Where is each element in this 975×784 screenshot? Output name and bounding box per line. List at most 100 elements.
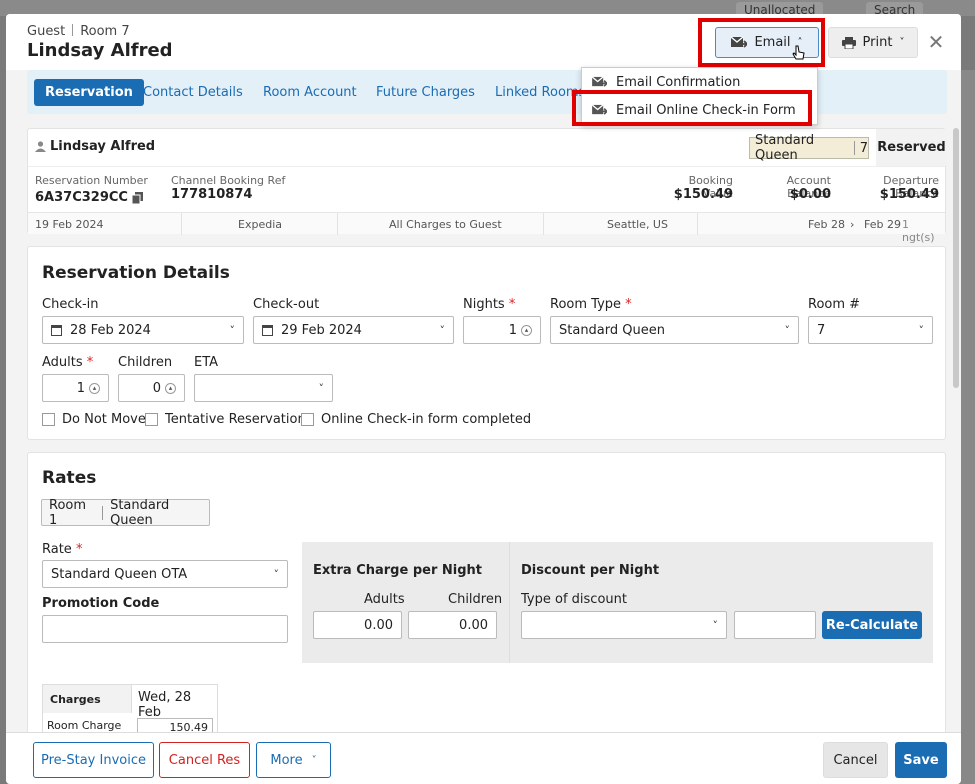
charges-header: Charges	[43, 685, 131, 713]
print-button-label: Print	[862, 35, 893, 50]
crumb-room: Room 7	[80, 24, 130, 39]
more-button-label: More	[270, 752, 303, 768]
charge-routing: All Charges to Guest	[389, 218, 502, 231]
nights-value: 1	[508, 322, 517, 338]
stepper-icon[interactable]: ▴	[89, 382, 100, 394]
chevron-down-icon: ˅	[273, 567, 280, 581]
checkbox-online-checkin[interactable]: Online Check-in form completed	[301, 412, 531, 427]
chevron-down-icon: ˅	[918, 323, 925, 337]
guest-location: Seattle, US	[607, 218, 668, 231]
more-button[interactable]: More ˅	[256, 742, 331, 778]
room-type-label: Room Type *	[550, 297, 632, 312]
checkin-value: 28 Feb 2024	[70, 322, 151, 338]
status-badge: Reserved	[876, 129, 947, 166]
modal-header: Guest Room 7 Lindsay Alfred Email ˄ Print…	[6, 14, 961, 70]
checkbox-do-not-move[interactable]: Do Not Move	[42, 412, 146, 427]
reservation-number: 6A37C329CC	[35, 190, 128, 205]
account-balance: $0.00	[789, 187, 831, 202]
summary-footer: 19 Feb 2024 Expedia All Charges to Guest…	[28, 212, 945, 244]
calendar-icon	[262, 324, 273, 336]
reservation-details-card: Reservation Details Check-in 28 Feb 2024…	[27, 246, 946, 440]
stepper-icon[interactable]: ▴	[521, 324, 532, 336]
room-number-value: 7	[817, 322, 826, 338]
prestay-invoice-button[interactable]: Pre-Stay Invoice	[33, 742, 154, 778]
children-stepper[interactable]: 0 ▴	[118, 374, 185, 402]
copy-icon[interactable]	[132, 192, 143, 204]
departure-date: Feb 29	[864, 218, 901, 231]
discount-panel: Discount per Night Type of discount ˅ Re…	[509, 542, 933, 663]
nights-stepper[interactable]: 1 ▴	[463, 316, 541, 344]
eta-select[interactable]: ˅	[194, 374, 333, 402]
person-icon	[35, 141, 46, 152]
rate-select[interactable]: Standard Queen OTA ˅	[42, 560, 288, 588]
summary-guest: Lindsay Alfred	[35, 139, 155, 154]
adults-stepper[interactable]: 1 ▴	[42, 374, 109, 402]
reservation-modal: Guest Room 7 Lindsay Alfred Email ˄ Print…	[6, 14, 961, 784]
stepper-icon[interactable]: ▴	[165, 382, 176, 394]
cancel-button[interactable]: Cancel	[823, 742, 888, 778]
room-no-label: Room #	[808, 297, 861, 312]
recalculate-button[interactable]: Re-Calculate	[822, 611, 922, 639]
extra-charge-title: Extra Charge per Night	[313, 563, 482, 578]
extra-children-label: Children	[448, 592, 503, 607]
booking-value: $150.49	[673, 187, 733, 202]
tab-room-account[interactable]: Room Account	[263, 79, 357, 106]
room-type-select[interactable]: Standard Queen ˅	[550, 316, 799, 344]
reservation-summary-card: Lindsay Alfred Standard Queen 7 Reserved …	[27, 128, 947, 244]
nights-label: Nights *	[463, 297, 516, 312]
chevron-down-icon: ˅	[439, 323, 446, 337]
children-label: Children	[118, 355, 173, 370]
chevron-down-icon: ˅	[784, 323, 791, 337]
extra-adults-input[interactable]: 0.00	[313, 611, 402, 639]
room-chip[interactable]: Room 1 Standard Queen	[41, 497, 210, 528]
checkin-label: Check-in	[42, 297, 99, 312]
departure-balance: $150.49	[879, 187, 939, 202]
printer-icon	[841, 36, 856, 49]
save-button[interactable]: Save	[895, 742, 947, 778]
arrival-date: Feb 28	[808, 218, 845, 231]
rate-label: Rate *	[42, 542, 83, 557]
booking-channel: Expedia	[238, 218, 282, 231]
checkout-label: Check-out	[253, 297, 320, 312]
channel-ref-label: Channel Booking Ref	[171, 174, 286, 187]
room-number-select[interactable]: 7 ˅	[808, 316, 933, 344]
extra-charge-panel: Extra Charge per Night Adults Children 0…	[302, 542, 509, 663]
discount-type-select[interactable]: ˅	[521, 611, 727, 639]
tab-reservation[interactable]: Reservation	[34, 79, 144, 106]
checkin-field[interactable]: 28 Feb 2024 ˅	[42, 316, 244, 344]
section-title: Rates	[42, 468, 97, 488]
email-highlight-box	[698, 18, 825, 67]
cancel-reservation-button[interactable]: Cancel Res	[159, 742, 250, 778]
calendar-icon	[51, 324, 62, 336]
extra-children-input[interactable]: 0.00	[408, 611, 497, 639]
tab-future-charges[interactable]: Future Charges	[376, 79, 475, 106]
rates-card: Rates Room 1 Standard Queen Rate * Standa…	[27, 452, 946, 754]
chevron-down-icon: ˅	[311, 754, 317, 766]
checkin-form-highlight-box	[572, 90, 812, 126]
section-title: Reservation Details	[42, 263, 230, 283]
summary-guest-name: Lindsay Alfred	[50, 139, 156, 154]
room-chip-type: Standard Queen	[110, 497, 170, 528]
night-count: 1 ngt(s)	[902, 218, 935, 244]
scrollbar[interactable]	[953, 128, 959, 388]
close-icon[interactable]: ✕	[926, 31, 946, 53]
promo-input[interactable]	[42, 615, 288, 643]
checkout-field[interactable]: 29 Feb 2024 ˅	[253, 316, 454, 344]
extra-adults-label: Adults	[364, 592, 405, 607]
reservation-number-label: Reservation Number	[35, 174, 148, 187]
modal-footer: Pre-Stay Invoice Cancel Res More ˅ Cance…	[6, 732, 961, 784]
room-chip-room: Room 1	[49, 497, 87, 528]
tab-contact-details[interactable]: Contact Details	[143, 79, 243, 106]
room-type-value: Standard Queen	[559, 322, 665, 338]
eta-label: ETA	[194, 355, 219, 370]
checkbox-tentative[interactable]: Tentative Reservation	[145, 412, 306, 427]
children-value: 0	[152, 380, 161, 396]
discount-value-input[interactable]	[734, 611, 816, 639]
menu-item-label: Email Confirmation	[616, 74, 741, 90]
email-send-icon	[592, 76, 607, 87]
breadcrumb: Guest Room 7	[27, 24, 130, 39]
print-button[interactable]: Print ˅	[828, 27, 918, 58]
chevron-right-icon: ›	[850, 218, 855, 231]
charges-date-header: Wed, 28 Feb	[131, 685, 219, 720]
room-tag-number: 7	[859, 140, 868, 156]
